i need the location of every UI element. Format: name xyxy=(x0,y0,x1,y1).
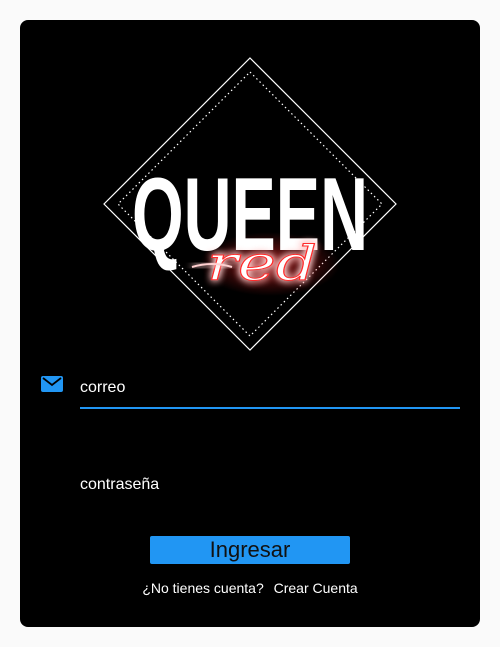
email-input[interactable] xyxy=(80,368,460,408)
password-field xyxy=(20,465,480,509)
login-button[interactable]: Ingresar xyxy=(150,536,350,564)
signup-line: ¿No tienes cuenta? Crear Cuenta xyxy=(20,580,480,596)
create-account-link[interactable]: Crear Cuenta xyxy=(274,580,358,596)
mail-icon xyxy=(41,376,63,392)
login-card: QUEEN red Ingresar ¿No tienes cuenta? Cr… xyxy=(20,20,480,627)
password-input[interactable] xyxy=(80,465,460,505)
queen-red-logo: QUEEN red xyxy=(103,57,397,351)
email-field xyxy=(20,368,480,412)
signup-prompt: ¿No tienes cuenta? xyxy=(142,580,264,596)
email-underline xyxy=(80,407,460,409)
